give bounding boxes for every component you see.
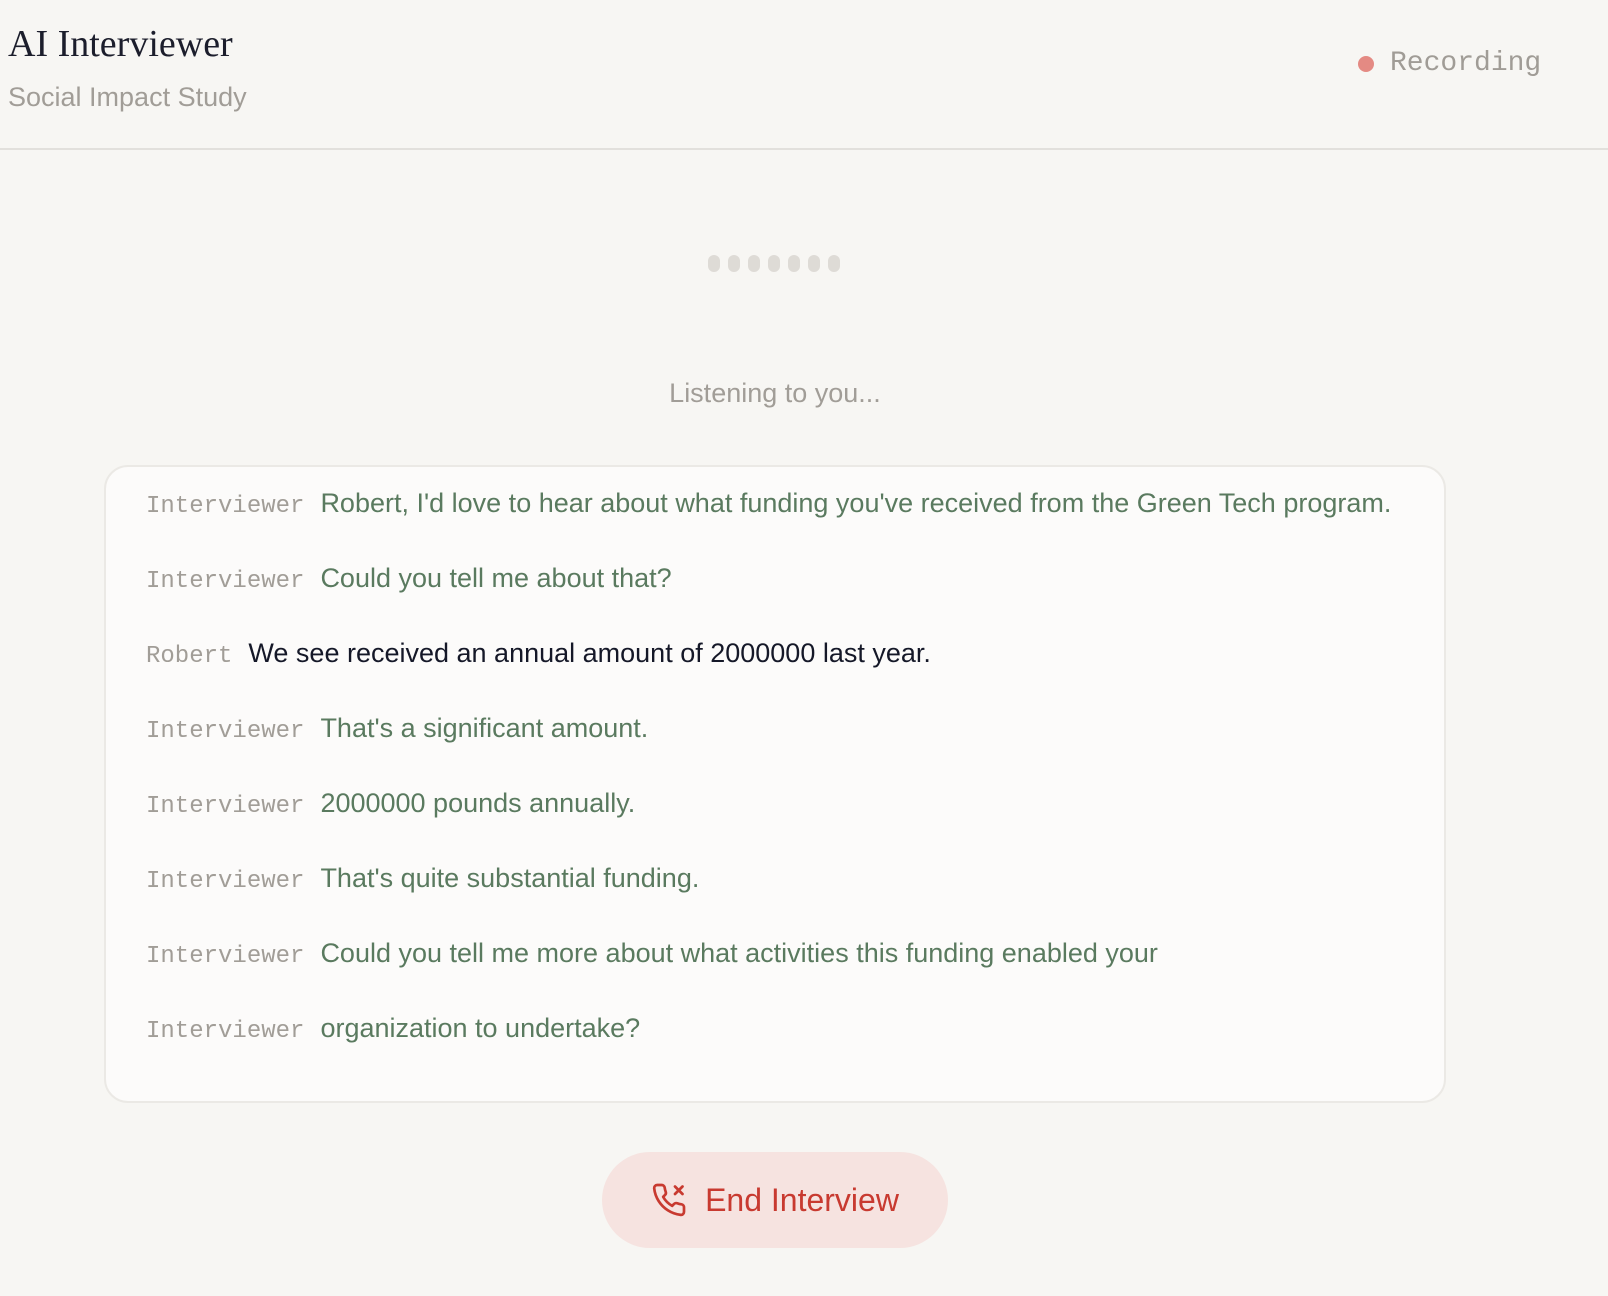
waveform-bar	[808, 255, 820, 272]
message-speaker: Interviewer	[146, 1018, 305, 1045]
message-text: Robert, I'd love to hear about what fund…	[320, 488, 1392, 518]
message-text: Could you tell me about that?	[320, 563, 672, 593]
message-speaker: Interviewer	[146, 718, 305, 745]
message-text: We see received an annual amount of 2000…	[248, 638, 931, 668]
waveform-bar	[788, 255, 800, 272]
app-header: AI Interviewer Social Impact Study Recor…	[0, 0, 1608, 150]
recording-label: Recording	[1390, 48, 1542, 79]
app-title: AI Interviewer	[8, 23, 233, 65]
message-text: That's a significant amount.	[320, 713, 649, 743]
transcript-message: Interviewer Could you tell me more about …	[146, 933, 1406, 977]
transcript-message: Interviewer Robert, I'd love to hear abou…	[146, 483, 1406, 527]
message-speaker: Interviewer	[146, 868, 305, 895]
audio-waveform	[708, 255, 840, 272]
end-interview-label: End Interview	[705, 1181, 899, 1218]
message-text: That's quite substantial funding.	[320, 863, 700, 893]
message-speaker: Robert	[146, 643, 233, 670]
waveform-bar	[728, 255, 740, 272]
end-interview-button[interactable]: End Interview	[602, 1152, 948, 1248]
transcript-message: Interviewer Could you tell me about that?	[146, 558, 1406, 602]
waveform-bar	[828, 255, 840, 272]
waveform-bar	[708, 255, 720, 272]
recording-indicator: Recording	[1358, 48, 1541, 79]
recording-dot-icon	[1358, 55, 1374, 72]
message-speaker: Interviewer	[146, 493, 305, 520]
transcript-message: Robert We see received an annual amount o…	[146, 633, 1406, 677]
transcript-message: Interviewer That's a significant amount.	[146, 708, 1406, 752]
transcript-panel[interactable]: Interviewer Robert, I'd love to hear abou…	[104, 465, 1446, 1103]
transcript-message: Interviewer That's quite substantial fund…	[146, 858, 1406, 902]
transcript-message: Interviewer 2000000 pounds annually.	[146, 783, 1406, 827]
phone-end-icon	[652, 1183, 686, 1217]
transcript-message: Interviewer organization to undertake?	[146, 1008, 1406, 1052]
waveform-bar	[748, 255, 760, 272]
app-subtitle: Social Impact Study	[8, 82, 247, 112]
message-text: 2000000 pounds annually.	[320, 788, 636, 818]
message-speaker: Interviewer	[146, 943, 305, 970]
message-text: Could you tell me more about what activi…	[320, 938, 1158, 968]
message-speaker: Interviewer	[146, 793, 305, 820]
waveform-bar	[768, 255, 780, 272]
message-speaker: Interviewer	[146, 568, 305, 595]
message-text: organization to undertake?	[320, 1013, 641, 1043]
listening-status: Listening to you...	[669, 378, 881, 408]
